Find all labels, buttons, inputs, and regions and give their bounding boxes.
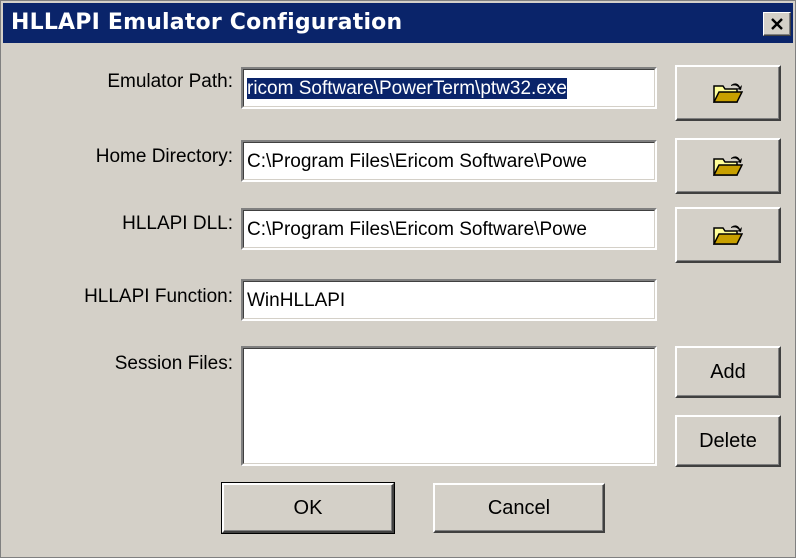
hllapi-dll-field[interactable]: C:\Program Files\Ericom Software\Powe (241, 208, 657, 250)
title-bar[interactable]: HLLAPI Emulator Configuration (3, 3, 793, 43)
ok-button[interactable]: OK (221, 482, 395, 534)
delete-button[interactable]: Delete (675, 415, 781, 467)
home-directory-label: Home Directory: (95, 146, 233, 167)
close-icon (771, 18, 783, 30)
emulator-path-label: Emulator Path: (107, 71, 233, 92)
home-directory-value: C:\Program Files\Ericom Software\Powe (247, 151, 587, 172)
add-button[interactable]: Add (675, 346, 781, 398)
hllapi-dll-label: HLLAPI DLL: (122, 213, 233, 234)
hllapi-function-label: HLLAPI Function: (84, 286, 233, 307)
open-folder-icon (713, 156, 743, 176)
open-folder-icon (713, 83, 743, 103)
close-button[interactable] (763, 12, 791, 36)
cancel-button[interactable]: Cancel (433, 483, 605, 533)
browse-home-directory-button[interactable] (675, 138, 781, 194)
window-title: HLLAPI Emulator Configuration (11, 10, 403, 35)
hllapi-config-dialog: HLLAPI Emulator Configuration Emulator P… (0, 0, 796, 558)
browse-hllapi-dll-button[interactable] (675, 207, 781, 263)
hllapi-function-value: WinHLLAPI (247, 290, 346, 311)
session-files-label: Session Files: (114, 353, 233, 374)
hllapi-function-field[interactable]: WinHLLAPI (241, 279, 657, 321)
open-folder-icon (713, 225, 743, 245)
hllapi-dll-value: C:\Program Files\Ericom Software\Powe (247, 219, 587, 240)
emulator-path-value: ricom Software\PowerTerm\ptw32.exe (247, 78, 567, 99)
browse-emulator-path-button[interactable] (675, 65, 781, 121)
home-directory-field[interactable]: C:\Program Files\Ericom Software\Powe (241, 140, 657, 182)
emulator-path-field[interactable]: ricom Software\PowerTerm\ptw32.exe (241, 67, 657, 109)
session-files-list[interactable] (241, 346, 657, 466)
